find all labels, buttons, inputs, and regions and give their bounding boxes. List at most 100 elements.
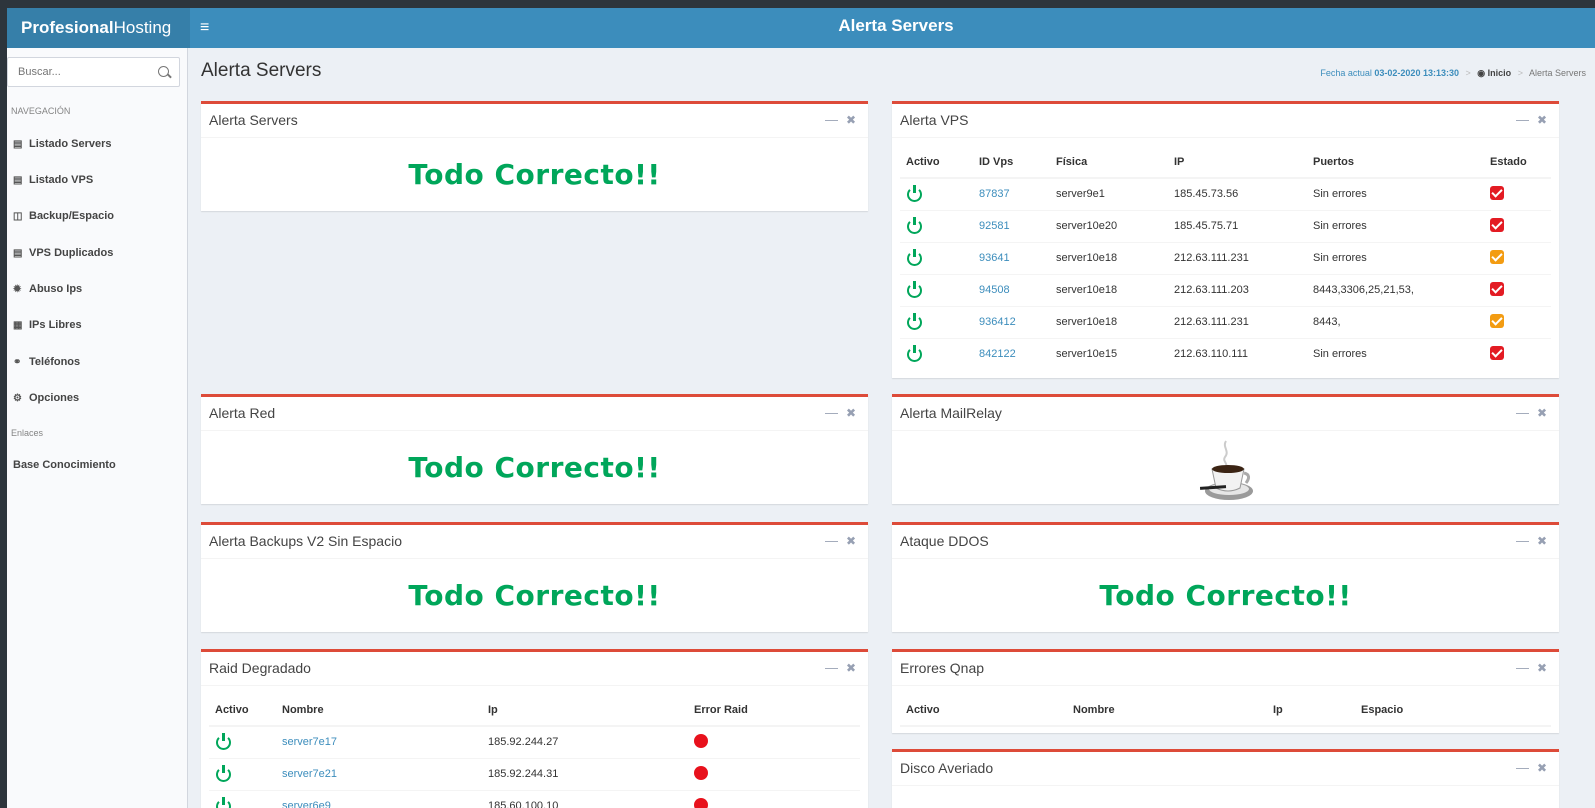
status-check-icon[interactable] [1490, 249, 1504, 264]
vps-id-link[interactable]: 93641 [979, 252, 1010, 264]
close-icon[interactable]: ✖ [846, 534, 856, 548]
minimize-icon[interactable]: — [1516, 406, 1529, 420]
server-link[interactable]: server7e17 [282, 736, 337, 748]
list-icon: ▤ [13, 139, 23, 150]
sidebar-item-telefonos[interactable]: ⚭ Teléfonos [13, 352, 80, 372]
box-alerta-servers: Alerta Servers — ✖ Todo Correcto!! [201, 101, 868, 211]
table-row: 842122 server10e15 212.63.110.111 Sin error… [900, 337, 1551, 370]
power-icon[interactable] [215, 764, 231, 782]
power-icon[interactable] [906, 344, 922, 362]
sidebar-item-listado-vps[interactable]: ▤ Listado VPS [13, 170, 93, 190]
vps-id-link[interactable]: 842122 [979, 348, 1016, 360]
sidebar-item-ips-libres[interactable]: ▦ IPs Libres [13, 315, 82, 335]
box-title: Alerta Red [209, 405, 276, 421]
status-check-icon[interactable] [1490, 185, 1504, 200]
vps-id-link[interactable]: 92581 [979, 220, 1010, 232]
close-icon[interactable]: ✖ [1537, 761, 1547, 775]
minimize-icon[interactable]: — [1516, 661, 1529, 675]
vps-id-link[interactable]: 94508 [979, 284, 1010, 296]
column-header: Activo [900, 146, 973, 179]
power-icon[interactable] [906, 280, 922, 298]
server-link[interactable]: server6e9 [282, 800, 331, 808]
page-title: Alerta Servers [201, 60, 322, 81]
sidebar-item-base-conocimiento[interactable]: Base Conocimiento [13, 455, 116, 475]
ok-message: Todo Correcto!! [408, 158, 661, 191]
box-title: Ataque DDOS [900, 533, 989, 549]
status-check-icon[interactable] [1490, 345, 1504, 360]
minimize-icon[interactable]: — [1516, 113, 1529, 127]
minimize-icon[interactable]: — [1516, 534, 1529, 548]
close-icon[interactable]: ✖ [1537, 534, 1547, 548]
column-header: Ip [482, 694, 688, 727]
column-header: Nombre [1067, 694, 1267, 727]
power-icon[interactable] [906, 216, 922, 234]
table-row: 936412 server10e18 212.63.111.231 8443, [900, 305, 1551, 338]
close-icon[interactable]: ✖ [1537, 661, 1547, 675]
minimize-icon[interactable]: — [825, 406, 838, 420]
box-alerta-vps: Alerta VPS — ✖ Activo ID Vps Física IP P… [892, 101, 1559, 378]
ok-message: Todo Correcto!! [1099, 579, 1352, 612]
power-icon[interactable] [906, 184, 922, 202]
sidebar-item-vps-duplicados[interactable]: ▤ VPS Duplicados [13, 243, 113, 263]
close-icon[interactable]: ✖ [846, 406, 856, 420]
ok-message: Todo Correcto!! [408, 451, 661, 484]
search-input[interactable] [8, 58, 148, 86]
breadcrumb-home[interactable]: ◉ Inicio [1477, 68, 1511, 78]
sidebar: NAVEGACIÓN ▤Listado Servers ▤Listado VPS… [7, 48, 188, 808]
power-icon[interactable] [215, 732, 231, 750]
raid-table: Activo Nombre Ip Error Raid server7e17 1… [209, 694, 860, 808]
minimize-icon[interactable]: — [825, 534, 838, 548]
close-icon[interactable]: ✖ [1537, 406, 1547, 420]
power-icon[interactable] [906, 312, 922, 330]
minimize-icon[interactable]: — [1516, 761, 1529, 775]
box-alerta-red: Alerta Red — ✖ Todo Correcto!! [201, 394, 868, 504]
status-check-icon[interactable] [1490, 313, 1504, 328]
box-alerta-mailrelay: Alerta MailRelay — ✖ [892, 394, 1559, 504]
breadcrumb-current: Alerta Servers [1528, 68, 1586, 78]
coffee-cup-icon [1196, 439, 1256, 500]
box-errores-qnap: Errores Qnap — ✖ Activo Nombre Ip Espaci… [892, 649, 1559, 733]
table-row: 92581 server10e20 185.45.75.71 Sin errores [900, 209, 1551, 242]
vps-id-link[interactable]: 936412 [979, 316, 1016, 328]
sidebar-item-abuso-ips[interactable]: ✹ Abuso Ips [13, 279, 82, 299]
search-box [7, 57, 180, 87]
column-header: Activo [209, 694, 276, 727]
table-row: server6e9 185.60.100.10 [209, 789, 860, 808]
hdd-icon: ◫ [13, 211, 23, 222]
table-row: server7e21 185.92.244.31 [209, 757, 860, 790]
search-icon[interactable] [158, 66, 169, 77]
status-check-icon[interactable] [1490, 217, 1504, 232]
qnap-table: Activo Nombre Ip Espacio [900, 694, 1551, 727]
server-link[interactable]: server7e21 [282, 768, 337, 780]
dashboard-icon: ◉ [1477, 68, 1486, 78]
table-row: 94508 server10e18 212.63.111.203 8443,3306,… [900, 273, 1551, 306]
error-dot-icon [694, 797, 708, 808]
current-date: 03-02-2020 13:13:30 [1374, 68, 1459, 78]
minimize-icon[interactable]: — [825, 113, 838, 127]
app-window: ProfesionalHosting ≡ Alerta Servers NAVE… [7, 8, 1595, 808]
sidebar-item-listado-servers[interactable]: ▤ Listado Servers [13, 134, 112, 154]
box-title: Alerta Backups V2 Sin Espacio [209, 533, 402, 549]
close-icon[interactable]: ✖ [1537, 113, 1547, 127]
close-icon[interactable]: ✖ [846, 113, 856, 127]
minimize-icon[interactable]: — [825, 661, 838, 675]
close-icon[interactable]: ✖ [846, 661, 856, 675]
power-icon[interactable] [906, 248, 922, 266]
table-icon: ▦ [13, 320, 23, 331]
sidebar-item-backup[interactable]: ◫ Backup/Espacio [13, 206, 114, 226]
table-row: 93641 server10e18 212.63.111.231 Sin errore… [900, 241, 1551, 274]
box-disco-averiado: Disco Averiado — ✖ [892, 749, 1559, 808]
status-check-icon[interactable] [1490, 281, 1504, 296]
breadcrumb: Fecha actual 03-02-2020 13:13:30 > ◉ Ini… [1320, 68, 1586, 78]
vps-id-link[interactable]: 87837 [979, 188, 1010, 200]
power-icon[interactable] [215, 796, 231, 808]
sidebar-item-opciones[interactable]: ⚙ Opciones [13, 388, 79, 408]
box-raid-degradado: Raid Degradado — ✖ Activo Nombre Ip Erro… [201, 649, 868, 808]
main-content: Alerta Servers Fecha actual 03-02-2020 1… [188, 48, 1595, 808]
bug-icon: ✹ [13, 284, 22, 295]
box-alerta-backups: Alerta Backups V2 Sin Espacio — ✖ Todo C… [201, 522, 868, 632]
box-title: Disco Averiado [900, 760, 994, 776]
box-title: Raid Degradado [209, 660, 311, 676]
vps-table: Activo ID Vps Física IP Puertos Estado 8… [900, 146, 1551, 370]
box-ataque-ddos: Ataque DDOS — ✖ Todo Correcto!! [892, 522, 1559, 632]
